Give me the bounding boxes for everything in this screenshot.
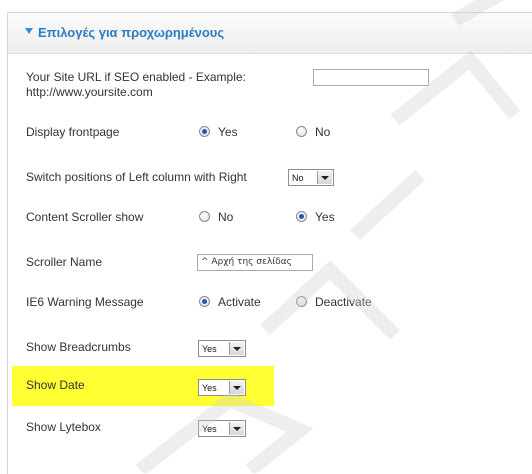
show-breadcrumbs-select[interactable]: Yes xyxy=(198,340,246,357)
content-scroller-no-radio[interactable] xyxy=(199,211,210,222)
show-date-select[interactable]: Yes xyxy=(198,379,246,396)
show-lytebox-label: Show Lytebox xyxy=(26,420,101,434)
display-frontpage-label: Display frontpage xyxy=(26,125,120,139)
ie6-warning-label: IE6 Warning Message xyxy=(26,295,144,309)
switch-positions-label: Switch positions of Left column with Rig… xyxy=(26,170,247,184)
dropdown-arrow-icon[interactable] xyxy=(229,342,244,355)
dropdown-arrow-icon[interactable] xyxy=(229,381,244,394)
ie6-warning-activate-radio[interactable] xyxy=(199,296,210,307)
scroller-name-input[interactable]: ^ Αρχή της σελίδας xyxy=(197,254,313,271)
ie6-warning-deactivate-label[interactable]: Deactivate xyxy=(315,295,372,309)
content-scroller-yes-radio[interactable] xyxy=(296,211,307,222)
display-frontpage-yes-label[interactable]: Yes xyxy=(218,125,238,139)
content-scroller-no-label[interactable]: No xyxy=(218,210,233,224)
panel-header[interactable]: Επιλογές για προχωρημένους xyxy=(8,13,532,54)
show-lytebox-value: Yes xyxy=(202,424,217,434)
display-frontpage-yes-radio[interactable] xyxy=(199,126,210,137)
ie6-warning-activate-label[interactable]: Activate xyxy=(218,295,261,309)
site-url-label: Your Site URL if SEO enabled - Example: … xyxy=(26,70,246,99)
show-lytebox-select[interactable]: Yes xyxy=(198,420,246,437)
show-date-value: Yes xyxy=(202,383,217,393)
scroller-name-label: Scroller Name xyxy=(26,255,103,269)
dropdown-arrow-icon[interactable] xyxy=(229,422,244,435)
show-breadcrumbs-value: Yes xyxy=(202,344,217,354)
dropdown-arrow-icon[interactable] xyxy=(317,171,332,184)
collapse-arrow-icon[interactable] xyxy=(25,28,33,34)
show-breadcrumbs-label: Show Breadcrumbs xyxy=(26,340,131,354)
ie6-warning-deactivate-radio[interactable] xyxy=(296,296,307,307)
show-date-label: Show Date xyxy=(26,378,85,392)
content-scroller-yes-label[interactable]: Yes xyxy=(315,210,335,224)
switch-positions-value: No xyxy=(292,173,304,183)
panel-title[interactable]: Επιλογές για προχωρημένους xyxy=(38,25,224,40)
site-url-input[interactable] xyxy=(313,69,429,86)
switch-positions-select[interactable]: No xyxy=(288,169,334,186)
display-frontpage-no-radio[interactable] xyxy=(296,126,307,137)
display-frontpage-no-label[interactable]: No xyxy=(315,125,330,139)
content-scroller-label: Content Scroller show xyxy=(26,210,144,224)
